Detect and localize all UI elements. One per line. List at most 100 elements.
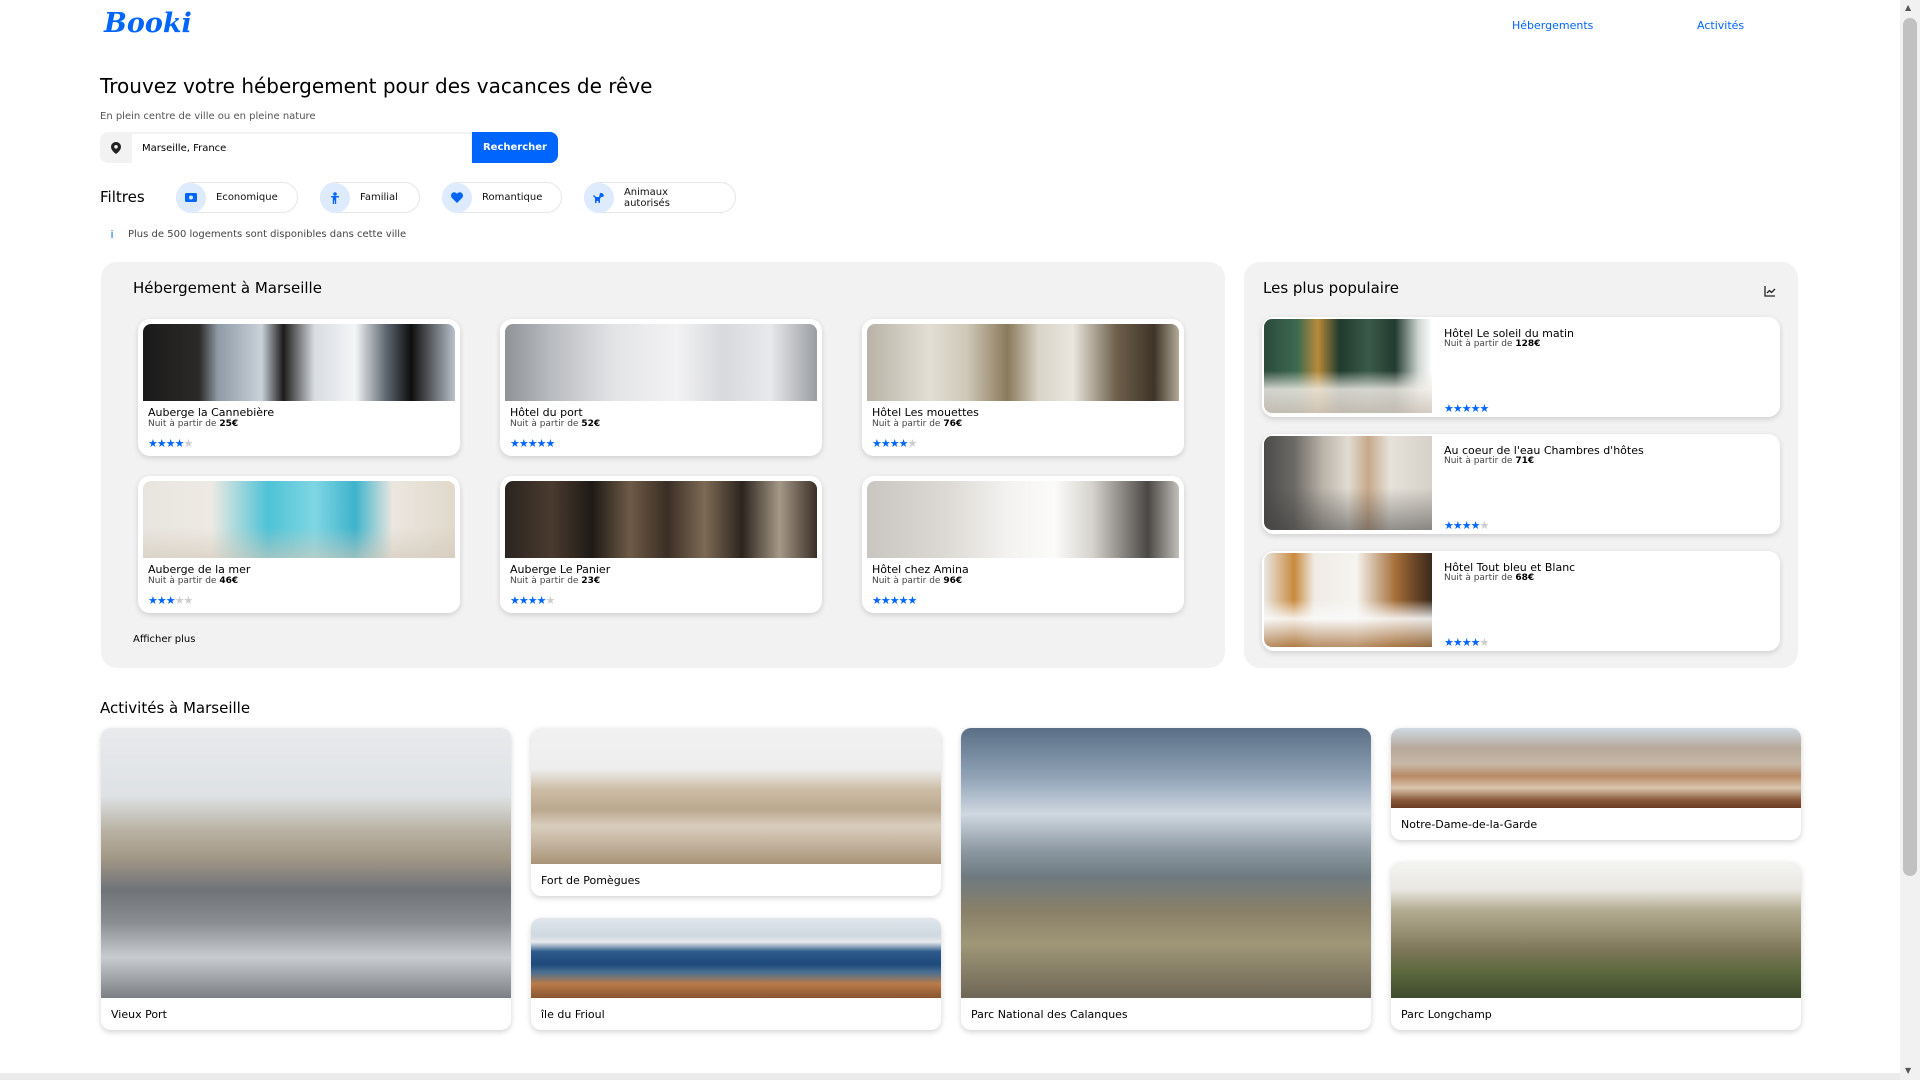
accommodation-card[interactable]: Hôtel chez Amina Nuit à partir de 96€ ★★… (862, 476, 1184, 613)
popular-price: Nuit à partir de 68€ (1444, 573, 1535, 583)
star-icon: ★ (907, 437, 917, 450)
filter-label: Romantique (482, 192, 543, 203)
accommodation-card[interactable]: Hôtel du port Nuit à partir de 52€ ★★★★★ (500, 319, 822, 456)
filter-animaux-autorises[interactable]: Animaux autorisés (584, 182, 736, 213)
accommodation-name: Hôtel chez Amina (872, 563, 969, 576)
accommodation-name: Auberge de la mer (148, 563, 251, 576)
filter-romantique[interactable]: Romantique (442, 182, 562, 213)
activity-card[interactable]: Notre-Dame-de-la-Garde (1391, 728, 1801, 840)
activity-card[interactable]: Parc National des Calanques (961, 728, 1371, 1030)
nav-link-activites[interactable]: Activités (1697, 19, 1744, 32)
accommodation-photo (143, 481, 455, 558)
activity-photo (1391, 862, 1801, 998)
rating-stars: ★★★★★ (510, 589, 555, 608)
scroll-down-arrow-icon[interactable]: ▼ (1905, 1066, 1911, 1075)
search-button[interactable]: Rechercher (472, 132, 558, 163)
availability-text: Plus de 500 logements sont disponibles d… (128, 229, 407, 240)
activity-photo (531, 918, 941, 998)
activity-card[interactable]: Vieux Port (101, 728, 511, 1030)
accommodation-price: Nuit à partir de 46€ (148, 576, 239, 586)
activity-photo (961, 728, 1371, 998)
popular-card[interactable]: Hôtel Le soleil du matin Nuit à partir d… (1262, 317, 1780, 417)
money-icon (176, 182, 206, 213)
activity-photo (531, 728, 941, 864)
star-icon: ★★ (174, 594, 194, 607)
scroll-thumb[interactable] (1903, 18, 1917, 876)
accommodation-card[interactable]: Hôtel Les mouettes Nuit à partir de 76€ … (862, 319, 1184, 456)
accommodation-photo (505, 481, 817, 558)
star-icon: ★ (1479, 519, 1489, 532)
activity-card[interactable]: Parc Longchamp (1391, 862, 1801, 1030)
accommodation-price: Nuit à partir de 76€ (872, 419, 963, 429)
accommodation-card[interactable]: Auberge de la mer Nuit à partir de 46€ ★… (138, 476, 460, 613)
filter-familial[interactable]: Familial (320, 182, 420, 213)
rating-stars: ★★★★★ (1444, 397, 1489, 416)
filter-economique[interactable]: Economique (176, 182, 298, 213)
star-icon: ★★★★ (148, 437, 184, 450)
accommodation-name: Auberge Le Panier (510, 563, 611, 576)
accommodation-price: Nuit à partir de 96€ (872, 576, 963, 586)
page-title: Trouvez votre hébergement pour des vacan… (100, 74, 653, 98)
activity-card[interactable]: île du Frioul (531, 918, 941, 1030)
star-icon: ★★★★ (872, 437, 908, 450)
page: Booki Hébergements Activités Trouvez vot… (0, 0, 1900, 1080)
popular-card[interactable]: Au coeur de l'eau Chambres d'hôtes Nuit … (1262, 434, 1780, 534)
accommodation-photo (867, 481, 1179, 558)
search-bar: Rechercher (100, 132, 558, 163)
activity-name: Parc Longchamp (1401, 1008, 1492, 1021)
scroll-up-arrow-icon[interactable]: ▲ (1905, 3, 1911, 12)
star-icon: ★★★★★ (872, 594, 917, 607)
availability-info: i Plus de 500 logements sont disponibles… (104, 228, 406, 241)
star-icon: ★★★★ (1444, 519, 1480, 532)
rating-stars: ★★★★★ (148, 432, 193, 451)
activity-name: Fort de Pomègues (541, 874, 641, 887)
star-icon: ★ (1479, 636, 1489, 649)
rating-stars: ★★★★★ (872, 432, 917, 451)
accommodation-name: Auberge la Cannebière (148, 406, 275, 419)
dog-icon (584, 182, 614, 213)
accommodation-price: Nuit à partir de 23€ (510, 576, 601, 586)
search-input[interactable] (132, 133, 471, 163)
star-icon: ★★★ (148, 594, 176, 607)
activity-name: Vieux Port (111, 1008, 167, 1021)
activities-title: Activités à Marseille (100, 699, 251, 717)
accommodations-panel: Hébergement à Marseille Auberge la Canne… (101, 262, 1225, 668)
location-pin-icon (100, 141, 132, 154)
star-icon: ★★★★ (510, 594, 546, 607)
star-icon: ★★★★ (1444, 636, 1480, 649)
accommodation-photo (143, 324, 455, 401)
accommodation-photo (505, 324, 817, 401)
rating-stars: ★★★★★ (1444, 514, 1489, 533)
star-icon: ★ (545, 594, 555, 607)
accommodation-card[interactable]: Auberge la Cannebière Nuit à partir de 2… (138, 319, 460, 456)
accommodation-photo (867, 324, 1179, 401)
star-icon: ★★★★★ (510, 437, 555, 450)
activity-photo (101, 728, 511, 998)
popular-photo (1264, 319, 1432, 413)
heart-icon (442, 182, 472, 213)
rating-stars: ★★★★★ (510, 432, 555, 451)
horizontal-scrollbar[interactable] (0, 1073, 1900, 1080)
nav-link-hebergements[interactable]: Hébergements (1512, 19, 1593, 32)
child-icon (320, 182, 350, 213)
vertical-scrollbar[interactable]: ▲ ▼ (1900, 0, 1920, 1080)
popular-price: Nuit à partir de 71€ (1444, 456, 1535, 466)
accommodation-name: Hôtel Les mouettes (872, 406, 979, 419)
show-more-link[interactable]: Afficher plus (133, 634, 195, 645)
accommodation-card[interactable]: Auberge Le Panier Nuit à partir de 23€ ★… (500, 476, 822, 613)
activity-card[interactable]: Fort de Pomègues (531, 728, 941, 896)
search-box (100, 132, 472, 163)
popular-price: Nuit à partir de 128€ (1444, 339, 1541, 349)
info-icon: i (110, 228, 114, 241)
rating-stars: ★★★★★ (1444, 631, 1489, 650)
rating-stars: ★★★★★ (148, 589, 194, 608)
brand-logo[interactable]: Booki (104, 8, 192, 39)
popular-panel: Les plus populaire Hôtel Le soleil du ma… (1244, 262, 1798, 668)
star-icon: ★ (183, 437, 193, 450)
page-subtitle: En plein centre de ville ou en pleine na… (100, 111, 316, 122)
activity-photo (1391, 728, 1801, 808)
filters-label: Filtres (100, 188, 145, 206)
popular-card[interactable]: Hôtel Tout bleu et Blanc Nuit à partir d… (1262, 551, 1780, 651)
filter-label: Animaux autorisés (623, 186, 670, 209)
accommodations-title: Hébergement à Marseille (133, 279, 322, 297)
